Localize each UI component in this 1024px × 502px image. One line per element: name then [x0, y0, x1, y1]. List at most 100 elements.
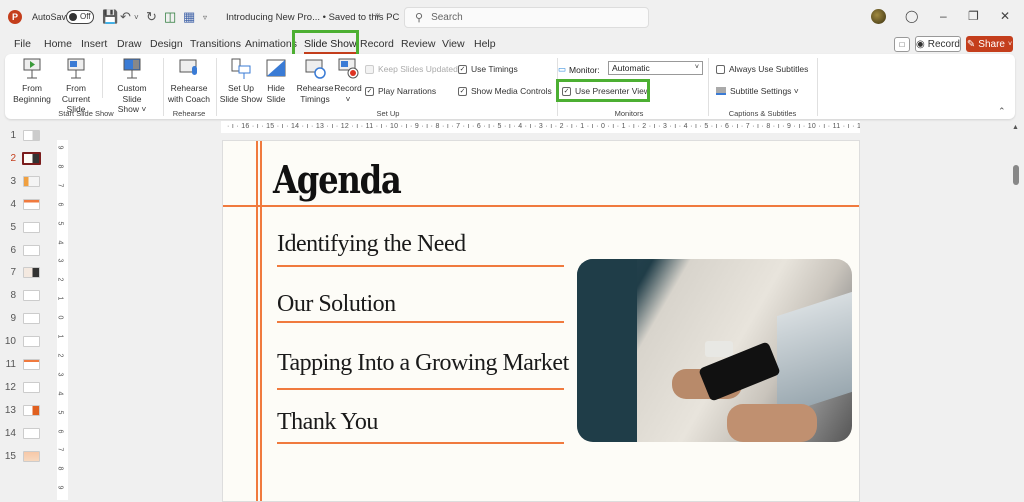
- slide-thumbnail-image[interactable]: [23, 427, 40, 439]
- always-use-subtitles-checkbox[interactable]: Always Use Subtitles: [716, 64, 808, 74]
- tab-file[interactable]: File: [14, 38, 31, 50]
- slide-thumbnail-image[interactable]: [23, 404, 40, 416]
- slide-thumbnail-image[interactable]: [22, 151, 41, 165]
- tab-draw[interactable]: Draw: [117, 38, 142, 50]
- restore-icon[interactable]: ❐: [968, 9, 979, 23]
- search-box[interactable]: ⚲ Search: [404, 7, 649, 28]
- slide-thumbnail-12[interactable]: 12: [0, 379, 54, 399]
- subtitle-settings-button[interactable]: Subtitle Settings ˅: [716, 86, 799, 96]
- powerpoint-logo-icon: P: [8, 10, 22, 24]
- chevron-down-icon[interactable]: ˅: [375, 11, 380, 21]
- document-title[interactable]: Introducing New Pro... • Saved to this P…: [226, 12, 399, 23]
- chevron-down-icon: ˅: [694, 64, 699, 71]
- slide-thumbnail-image[interactable]: [23, 221, 40, 233]
- group-label-captions: Captions & Subtitles: [728, 109, 797, 118]
- label: Set Up: [228, 83, 254, 93]
- agenda-item[interactable]: Our Solution: [277, 291, 396, 318]
- slide-thumbnail-8[interactable]: 8: [0, 287, 54, 307]
- tab-animations[interactable]: Animations: [245, 38, 297, 50]
- from-current-slide-button[interactable]: From Current Slide: [53, 58, 99, 115]
- label: Slide Show: [219, 93, 263, 104]
- collapse-ribbon-icon[interactable]: ⌃: [998, 106, 1006, 117]
- slide-title[interactable]: Agenda: [273, 157, 402, 202]
- comments-button[interactable]: □: [894, 37, 910, 52]
- slide-canvas[interactable]: Agenda Identifying the Need Our Solution…: [222, 140, 860, 502]
- slide-number: 8: [10, 290, 16, 302]
- slide-thumbnail-13[interactable]: 13: [0, 402, 54, 422]
- vertical-scrollbar[interactable]: ▲: [1010, 120, 1022, 502]
- custom-slide-show-button[interactable]: Custom Slide Show ˅: [107, 58, 157, 115]
- tab-home[interactable]: Home: [44, 38, 72, 50]
- label: Show Media Controls: [471, 86, 552, 96]
- slide-number: 3: [10, 175, 16, 187]
- agenda-item[interactable]: Thank You: [277, 409, 378, 436]
- slide-thumbnail-2[interactable]: 2: [0, 150, 54, 170]
- agenda-item[interactable]: Identifying the Need: [277, 231, 466, 258]
- slide-thumbnail-1[interactable]: 1: [0, 127, 54, 147]
- slide-thumbnail-image[interactable]: [23, 290, 40, 302]
- show-media-controls-checkbox[interactable]: ✓ Show Media Controls: [458, 86, 552, 96]
- slide-thumbnail-image[interactable]: [23, 244, 40, 256]
- autosave-toggle[interactable]: Off: [66, 10, 94, 24]
- close-icon[interactable]: ✕: [1000, 9, 1010, 23]
- share-button[interactable]: ✎ Share ˅: [966, 36, 1013, 52]
- agenda-item[interactable]: Tapping Into a Growing Market: [277, 350, 569, 377]
- search-placeholder: Search: [431, 12, 463, 23]
- monitor-select[interactable]: Automatic ˅: [608, 61, 703, 75]
- from-beginning-button[interactable]: From Beginning: [11, 58, 53, 104]
- slide-thumbnail-image[interactable]: [23, 336, 40, 348]
- tab-record[interactable]: Record: [360, 38, 394, 50]
- record-slide-show-button[interactable]: Record ˅: [334, 58, 362, 104]
- tab-help[interactable]: Help: [474, 38, 496, 50]
- slide-thumbnail-image[interactable]: [23, 175, 40, 187]
- tab-design[interactable]: Design: [150, 38, 183, 50]
- slide-thumbnail-10[interactable]: 10: [0, 333, 54, 353]
- redo-icon[interactable]: ↻: [146, 9, 157, 25]
- slide-thumbnail-image[interactable]: [23, 450, 40, 462]
- undo-dropdown-icon[interactable]: ˅: [134, 9, 139, 25]
- slide-thumbnail-image[interactable]: [23, 359, 40, 370]
- label: Custom Slide: [117, 83, 147, 104]
- scrollbar-thumb[interactable]: [1013, 165, 1019, 185]
- avatar[interactable]: [871, 9, 886, 24]
- hide-slide-button[interactable]: Hide Slide: [264, 58, 288, 104]
- slide-thumbnail-image[interactable]: [23, 313, 40, 325]
- use-timings-checkbox[interactable]: ✓ Use Timings: [458, 64, 518, 74]
- slide-thumbnail-7[interactable]: 7: [0, 264, 54, 284]
- slide-thumbnail-9[interactable]: 9: [0, 310, 54, 330]
- slide-photo[interactable]: [577, 259, 852, 442]
- save-icon[interactable]: 💾: [102, 9, 118, 25]
- set-up-slide-show-button[interactable]: Set Up Slide Show: [218, 58, 264, 104]
- rehearse-timings-button[interactable]: Rehearse Timings: [294, 58, 336, 104]
- rehearse-with-coach-button[interactable]: Rehearse with Coach: [165, 58, 213, 104]
- ruler-tick-label: 5: [56, 221, 64, 226]
- slide-thumbnail-11[interactable]: 11: [0, 356, 54, 376]
- slide-thumbnail-4[interactable]: 4: [0, 196, 54, 216]
- minimize-icon[interactable]: –: [940, 9, 947, 23]
- tab-transitions[interactable]: Transitions: [190, 38, 241, 50]
- tab-review[interactable]: Review: [401, 38, 435, 50]
- present-icon[interactable]: ◫: [164, 9, 176, 25]
- slide-thumbnail-image[interactable]: [23, 198, 40, 210]
- slide-thumbnail-14[interactable]: 14: [0, 425, 54, 445]
- slide-sorter-icon[interactable]: ▦: [183, 9, 195, 25]
- customize-qat-icon[interactable]: ▿: [203, 9, 207, 25]
- slide-thumbnail-3[interactable]: 3: [0, 173, 54, 193]
- slide-thumbnail-6[interactable]: 6: [0, 242, 54, 262]
- monitor-icon: ▭: [558, 64, 567, 74]
- slide-thumbnail-image[interactable]: [23, 267, 40, 279]
- slide-thumbnail-5[interactable]: 5: [0, 219, 54, 239]
- slide-thumbnail-image[interactable]: [23, 381, 40, 393]
- lightbulb-icon[interactable]: ◯: [905, 9, 918, 23]
- scroll-up-icon[interactable]: ▲: [1012, 124, 1019, 131]
- slide-thumbnail-image[interactable]: [23, 130, 40, 141]
- undo-icon[interactable]: ↶: [120, 9, 131, 25]
- keep-slides-updated-checkbox[interactable]: Keep Slides Updated: [365, 64, 458, 74]
- tab-view[interactable]: View: [442, 38, 465, 50]
- accent-line: [260, 141, 262, 501]
- tab-insert[interactable]: Insert: [81, 38, 107, 50]
- slide-thumbnail-15[interactable]: 15: [0, 448, 54, 468]
- play-narrations-checkbox[interactable]: ✓ Play Narrations: [365, 86, 436, 96]
- record-button[interactable]: ◉ Record: [915, 36, 961, 52]
- slide-number: 10: [4, 336, 16, 348]
